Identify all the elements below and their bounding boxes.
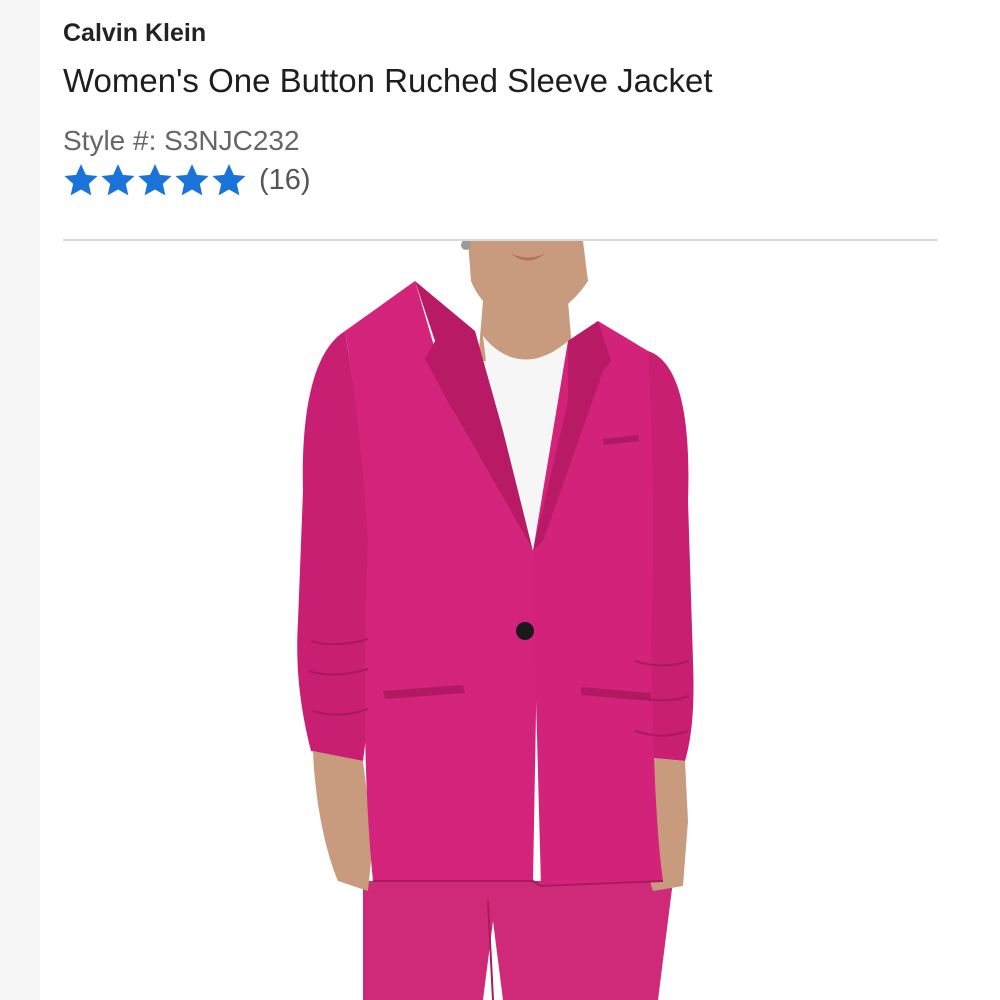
- review-count[interactable]: (16): [259, 164, 311, 197]
- product-photo-illustration: [297, 241, 694, 1000]
- star-icon: [100, 163, 136, 197]
- star-icon: [211, 163, 247, 197]
- star-icon: [174, 163, 210, 197]
- star-icon: [137, 163, 173, 197]
- star-icon: [63, 163, 99, 197]
- rating-summary[interactable]: (16): [63, 160, 311, 200]
- star-rating: [63, 163, 247, 197]
- brand-name[interactable]: Calvin Klein: [63, 19, 206, 48]
- product-image[interactable]: [63, 241, 938, 1000]
- left-gutter: [0, 0, 40, 1000]
- product-title: Women's One Button Ruched Sleeve Jacket: [63, 62, 713, 99]
- style-number: Style #: S3NJC232: [63, 125, 300, 156]
